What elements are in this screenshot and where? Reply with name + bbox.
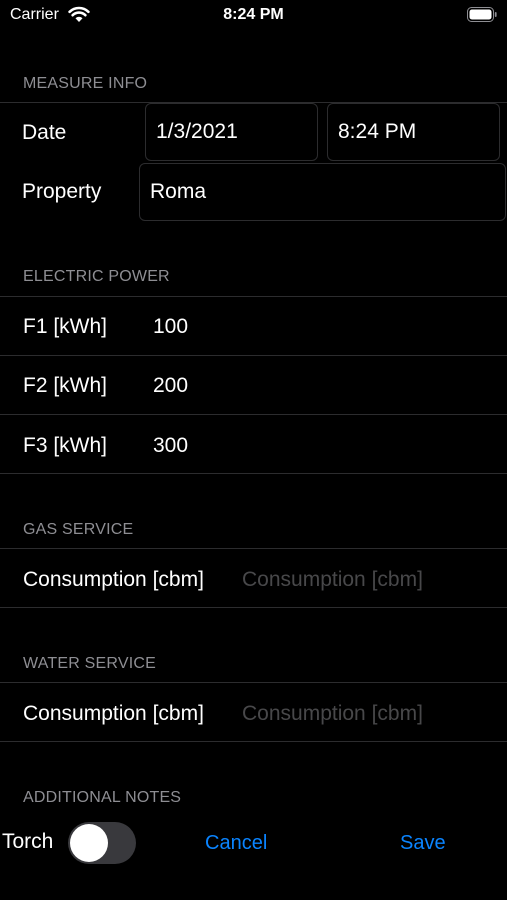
property-selector[interactable]: Roma bbox=[139, 163, 506, 221]
date-value: 1/3/2021 bbox=[156, 120, 238, 143]
status-bar: Carrier 8:24 PM bbox=[0, 0, 507, 32]
f2-label: F2 [kWh] bbox=[23, 374, 108, 397]
divider bbox=[0, 607, 507, 608]
gas-consumption-input[interactable]: Consumption [cbm] bbox=[242, 568, 423, 592]
divider bbox=[0, 355, 507, 356]
divider bbox=[0, 296, 507, 297]
water-consumption-input[interactable]: Consumption [cbm] bbox=[242, 702, 423, 726]
torch-toggle[interactable] bbox=[68, 822, 136, 864]
date-label: Date bbox=[22, 121, 67, 144]
date-picker[interactable]: 1/3/2021 bbox=[145, 103, 318, 161]
section-header-measure-info: MEASURE INFO bbox=[23, 75, 148, 92]
divider bbox=[0, 414, 507, 415]
toggle-knob bbox=[70, 824, 108, 862]
section-header-gas-service: GAS SERVICE bbox=[23, 521, 134, 538]
section-header-additional-notes: ADDITIONAL NOTES bbox=[23, 789, 182, 806]
f1-input[interactable]: 100 bbox=[153, 315, 188, 339]
f1-label: F1 [kWh] bbox=[23, 315, 108, 338]
save-button[interactable]: Save bbox=[400, 832, 446, 855]
cancel-button[interactable]: Cancel bbox=[205, 832, 267, 855]
section-header-electric-power: ELECTRIC POWER bbox=[23, 268, 170, 285]
section-header-water-service: WATER SERVICE bbox=[23, 655, 156, 672]
f3-input[interactable]: 300 bbox=[153, 434, 188, 458]
f2-input[interactable]: 200 bbox=[153, 374, 188, 398]
divider bbox=[0, 548, 507, 549]
battery-icon bbox=[467, 7, 497, 22]
property-value: Roma bbox=[150, 180, 207, 203]
divider bbox=[0, 473, 507, 474]
divider bbox=[0, 741, 507, 742]
water-consumption-label: Consumption [cbm] bbox=[23, 702, 204, 725]
divider bbox=[0, 682, 507, 683]
time-picker[interactable]: 8:24 PM bbox=[327, 103, 500, 161]
time-value: 8:24 PM bbox=[338, 120, 417, 143]
f3-label: F3 [kWh] bbox=[23, 434, 108, 457]
torch-label: Torch bbox=[2, 830, 54, 853]
gas-consumption-label: Consumption [cbm] bbox=[23, 568, 204, 591]
status-time: 8:24 PM bbox=[223, 6, 284, 23]
property-label: Property bbox=[22, 180, 102, 203]
